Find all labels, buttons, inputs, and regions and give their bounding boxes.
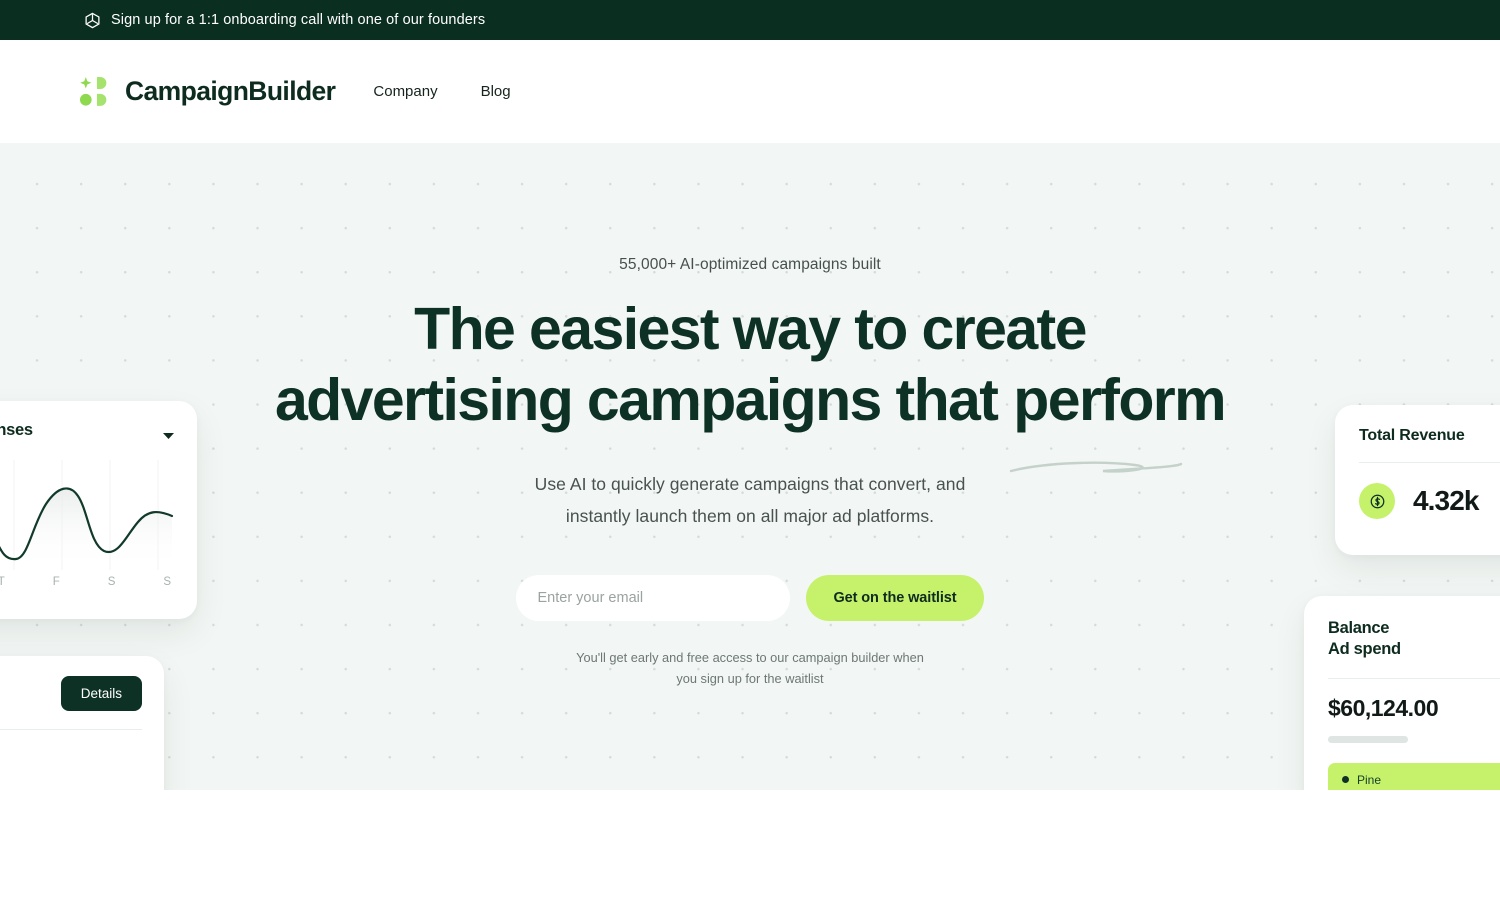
brand-logo[interactable]: CampaignBuilder: [79, 75, 336, 108]
legend-dot-icon: [1342, 776, 1349, 783]
total-revenue-value: 4.32k: [1413, 485, 1479, 516]
member-growth-header: Details: [0, 676, 142, 711]
member-growth-value: 18%: [0, 746, 142, 775]
balance-progress-bar: [1328, 736, 1408, 743]
total-revenue-title: Total Revenue: [1359, 427, 1465, 444]
page-title: The easiest way to create advertising ca…: [274, 294, 1227, 473]
hero-subheadline: Use AI to quickly generate campaigns tha…: [535, 468, 966, 532]
fineprint-line-1: You'll get early and free access to our …: [576, 650, 924, 665]
waitlist-form: Get on the waitlist: [515, 575, 985, 621]
income-expenses-chart: $2,890: [0, 460, 175, 570]
chevron-down-icon[interactable]: [162, 427, 175, 439]
hero-eyebrow: 55,000+ AI-optimized campaigns built: [619, 256, 881, 273]
member-growth-label: Member Growth: [0, 778, 142, 790]
divider: [1359, 462, 1500, 463]
balance-ad-spend-card: Balance Ad spend Reset $60,124.00 Pine: [1304, 596, 1500, 790]
legend-item-pine: Pine: [1342, 773, 1381, 787]
announcement-bar: Sign up for a 1:1 onboarding call with o…: [0, 0, 1500, 40]
balance-title-line-2: Ad spend: [1328, 640, 1401, 658]
line-chart-svg: [0, 460, 174, 570]
member-growth-card: Details 18% Member Growth: [0, 656, 164, 790]
axis-tick: T: [0, 576, 5, 588]
subheadline-line-1: Use AI to quickly generate campaigns tha…: [534, 474, 966, 494]
main-nav: Company Blog: [373, 83, 510, 100]
axis-tick: S: [107, 576, 116, 588]
waitlist-fineprint: You'll get early and free access to our …: [576, 647, 924, 689]
chart-x-axis: T W T F S S: [0, 570, 175, 588]
axis-tick: S: [163, 576, 171, 588]
hexagon-spokes-icon: [84, 12, 101, 29]
hero-section: 55,000+ AI-optimized campaigns built The…: [0, 143, 1500, 790]
income-expenses-header: Income & Expenses: [0, 421, 175, 440]
income-expenses-title: Income & Expenses: [0, 421, 33, 439]
balance-amount: $60,124.00: [1328, 695, 1439, 721]
balance-title-line-1: Balance: [1328, 619, 1390, 637]
total-revenue-card: Total Revenue 4.32k: [1335, 405, 1500, 555]
nav-link-blog[interactable]: Blog: [481, 83, 511, 100]
hero-content: 55,000+ AI-optimized campaigns built The…: [0, 143, 1500, 689]
announcement-content[interactable]: Sign up for a 1:1 onboarding call with o…: [84, 12, 485, 29]
email-field[interactable]: [515, 575, 790, 621]
divider: [1328, 678, 1500, 679]
dollar-coin-icon: [1359, 483, 1395, 519]
get-on-waitlist-button[interactable]: Get on the waitlist: [805, 575, 985, 621]
total-revenue-row: 4.32k: [1359, 483, 1500, 519]
details-button[interactable]: Details: [60, 676, 142, 711]
headline-line-2: advertising campaigns that: [274, 367, 999, 433]
headline-accent-word: perform: [1013, 367, 1226, 433]
axis-tick: F: [52, 576, 60, 588]
income-expenses-card: Income & Expenses: [0, 401, 197, 619]
nav-link-company[interactable]: Company: [373, 83, 437, 100]
campaignbuilder-logo-icon: [79, 75, 112, 108]
brand-name: CampaignBuilder: [125, 76, 336, 106]
balance-legend: Pine: [1328, 763, 1500, 790]
site-header: CampaignBuilder Company Blog: [0, 40, 1500, 143]
divider: [0, 729, 142, 730]
balance-title: Balance Ad spend: [1328, 618, 1401, 660]
subheadline-line-2: instantly launch them on all major ad pl…: [565, 506, 935, 526]
legend-label: Pine: [1357, 772, 1382, 787]
announcement-text: Sign up for a 1:1 onboarding call with o…: [111, 12, 486, 28]
balance-header: Balance Ad spend Reset: [1328, 618, 1500, 660]
headline-line-1: The easiest way to create: [414, 296, 1087, 362]
fineprint-line-2: you sign up for the waitlist: [676, 671, 824, 686]
headline-accent-word-wrap: perform: [997, 365, 1227, 473]
